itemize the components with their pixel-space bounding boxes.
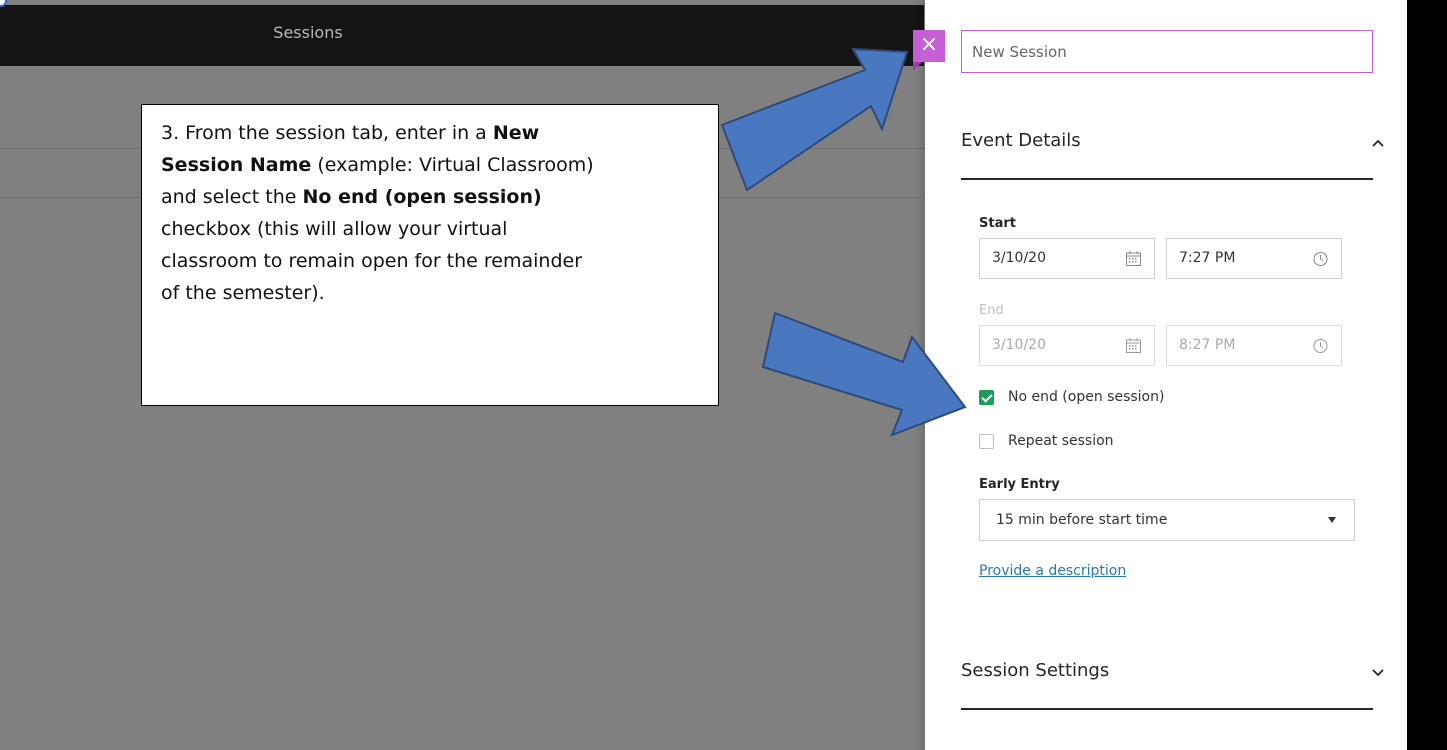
callout-line: classroom to remain open for the remaind… <box>161 250 583 272</box>
repeat-session-checkbox-row[interactable]: Repeat session <box>979 431 1114 451</box>
screen-edge <box>1407 0 1447 750</box>
early-entry-select[interactable]: 15 min before start time <box>979 499 1355 541</box>
start-time-value: 7:27 PM <box>1179 250 1236 266</box>
panel-shadow <box>915 0 925 750</box>
end-time-value: 8:27 PM <box>1179 337 1236 353</box>
start-date-field[interactable]: 3/10/20 <box>979 238 1155 279</box>
provide-description-link[interactable]: Provide a description <box>979 563 1126 579</box>
section-divider <box>961 178 1373 180</box>
end-time-field: 8:27 PM <box>1166 325 1342 366</box>
chevron-down-icon[interactable] <box>1371 666 1385 680</box>
event-details-title: Event Details <box>961 130 1081 151</box>
callout-line: checkbox (this will allow your virtual <box>161 218 508 240</box>
new-session-panel <box>925 0 1407 750</box>
session-settings-title: Session Settings <box>961 660 1110 681</box>
section-divider <box>961 708 1373 710</box>
callout-bold-text: No end (open session) <box>302 186 542 208</box>
calendar-icon[interactable] <box>1125 250 1142 267</box>
close-button-tip <box>913 62 922 71</box>
session-name-input[interactable] <box>961 30 1373 73</box>
callout-line: and select the No end (open session) <box>161 181 700 213</box>
end-date-field: 3/10/20 <box>979 325 1155 366</box>
repeat-session-label: Repeat session <box>1008 433 1114 449</box>
callout-line: 3. From the session tab, enter in a New <box>161 117 700 149</box>
clock-icon[interactable] <box>1312 250 1329 267</box>
close-icon: × <box>919 32 939 57</box>
early-entry-label: Early Entry <box>979 477 1060 492</box>
callout-text: and select the <box>161 186 303 208</box>
callout-bold-text: Session Name <box>161 154 312 176</box>
start-label: Start <box>979 216 1016 231</box>
no-end-checkbox[interactable] <box>979 389 994 405</box>
no-end-label: No end (open session) <box>1008 389 1165 405</box>
chevron-up-icon[interactable] <box>1371 136 1385 150</box>
callout-line: of the semester). <box>161 282 325 304</box>
callout-text: (example: Virtual Classroom) <box>311 154 594 176</box>
no-end-checkbox-row[interactable]: No end (open session) <box>979 387 1164 407</box>
caret-down-icon <box>1328 517 1336 523</box>
top-navigation-bar: Sessions <box>0 5 924 66</box>
start-time-field[interactable]: 7:27 PM <box>1166 238 1342 279</box>
clock-icon <box>1313 339 1328 353</box>
callout-text: 3. From the session tab, enter in a <box>161 122 493 144</box>
end-date-value: 3/10/20 <box>992 337 1046 353</box>
end-label: End <box>979 303 1004 318</box>
close-panel-button[interactable]: × <box>913 30 945 62</box>
callout-line: Session Name (example: Virtual Classroom… <box>161 149 700 181</box>
page-title: Sessions <box>273 23 343 42</box>
early-entry-value: 15 min before start time <box>996 512 1168 528</box>
callout-bold-text: New <box>492 122 540 144</box>
calendar-icon <box>1126 338 1141 353</box>
repeat-session-checkbox[interactable] <box>979 433 994 449</box>
instruction-callout: 3. From the session tab, enter in a New … <box>141 104 719 406</box>
start-date-value: 3/10/20 <box>992 250 1046 266</box>
